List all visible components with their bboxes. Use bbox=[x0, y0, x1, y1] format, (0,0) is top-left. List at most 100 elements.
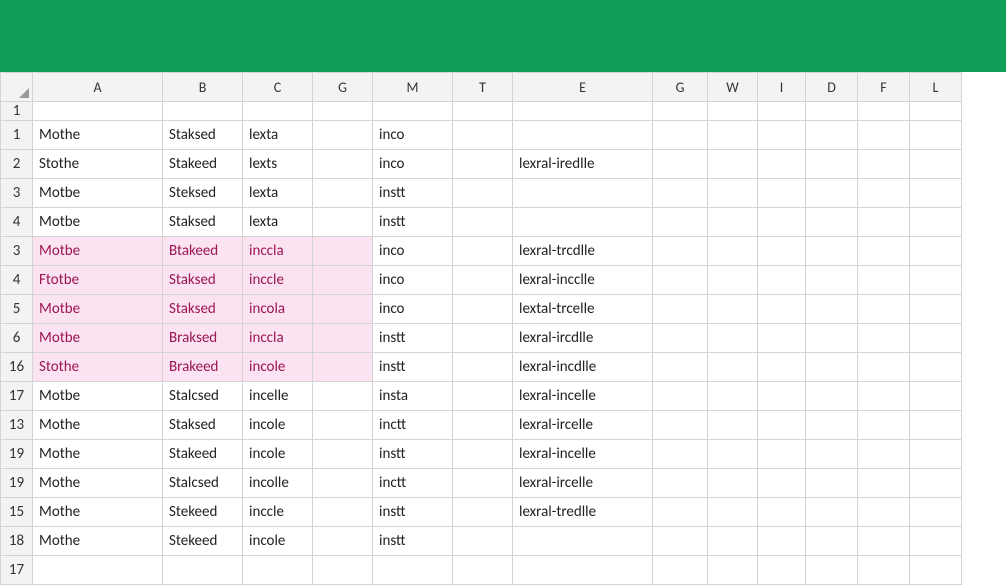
cell[interactable]: Staksed bbox=[163, 121, 243, 150]
cell[interactable] bbox=[858, 179, 910, 208]
col-header[interactable]: M bbox=[373, 73, 453, 102]
cell[interactable]: Stekeed bbox=[163, 527, 243, 556]
table-row[interactable]: 4MotbeStaksedlextainstt bbox=[1, 208, 962, 237]
cell[interactable] bbox=[806, 324, 858, 353]
cell[interactable]: inccle bbox=[243, 498, 313, 527]
cell[interactable] bbox=[653, 353, 708, 382]
cell[interactable]: insta bbox=[373, 382, 453, 411]
cell[interactable] bbox=[513, 121, 653, 150]
row-header[interactable]: 13 bbox=[1, 411, 33, 440]
cell[interactable] bbox=[708, 556, 758, 585]
table-row[interactable]: 3MotbeBtakeedincclaincolexral-trcdlle bbox=[1, 237, 962, 266]
cell[interactable] bbox=[910, 411, 962, 440]
cell[interactable]: Stalcsed bbox=[163, 469, 243, 498]
cell[interactable] bbox=[910, 208, 962, 237]
cell[interactable] bbox=[513, 179, 653, 208]
cell[interactable]: Mothe bbox=[33, 469, 163, 498]
cell[interactable] bbox=[653, 208, 708, 237]
cell[interactable] bbox=[653, 266, 708, 295]
cell[interactable]: Motbe bbox=[33, 237, 163, 266]
cell[interactable] bbox=[910, 324, 962, 353]
cell[interactable] bbox=[653, 440, 708, 469]
cell[interactable] bbox=[708, 469, 758, 498]
cell[interactable] bbox=[313, 295, 373, 324]
table-row[interactable]: 17 bbox=[1, 556, 962, 585]
cell[interactable] bbox=[653, 150, 708, 179]
cell[interactable] bbox=[313, 324, 373, 353]
cell[interactable] bbox=[313, 527, 373, 556]
cell[interactable]: inccle bbox=[243, 266, 313, 295]
table-row[interactable]: 19MotheStalcsedincolleincttlexral-ircell… bbox=[1, 469, 962, 498]
cell[interactable] bbox=[653, 527, 708, 556]
cell[interactable] bbox=[243, 102, 313, 121]
row-header[interactable]: 2 bbox=[1, 150, 33, 179]
cell[interactable] bbox=[313, 266, 373, 295]
cell[interactable] bbox=[653, 237, 708, 266]
cell[interactable]: lexral-ircelle bbox=[513, 411, 653, 440]
table-row[interactable]: 4FtotbeStaksedinccleincolexral-incclle bbox=[1, 266, 962, 295]
cell[interactable]: instt bbox=[373, 527, 453, 556]
cell[interactable]: Stalcsed bbox=[163, 382, 243, 411]
cell[interactable] bbox=[910, 295, 962, 324]
col-header[interactable]: C bbox=[243, 73, 313, 102]
cell[interactable] bbox=[758, 208, 806, 237]
cell[interactable]: instt bbox=[373, 353, 453, 382]
table-row[interactable]: 18MotheStekeedincoleinstt bbox=[1, 527, 962, 556]
cell[interactable] bbox=[910, 121, 962, 150]
row-header[interactable]: 16 bbox=[1, 353, 33, 382]
cell[interactable] bbox=[806, 237, 858, 266]
cell[interactable] bbox=[708, 411, 758, 440]
cell[interactable] bbox=[453, 208, 513, 237]
cell[interactable]: instt bbox=[373, 498, 453, 527]
cell[interactable]: Motbe bbox=[33, 382, 163, 411]
cell[interactable] bbox=[513, 527, 653, 556]
cell[interactable]: incole bbox=[243, 440, 313, 469]
cell[interactable]: Stothe bbox=[33, 150, 163, 179]
table-row[interactable]: 15MotheStekeedinccleinsttlexral-tredlle bbox=[1, 498, 962, 527]
cell[interactable] bbox=[653, 556, 708, 585]
col-header[interactable]: T bbox=[453, 73, 513, 102]
grid[interactable]: A B C G M T E G W I D F L 11MotheStaksed… bbox=[0, 72, 962, 585]
cell[interactable] bbox=[858, 411, 910, 440]
cell[interactable]: Steksed bbox=[163, 179, 243, 208]
cell[interactable]: lexta bbox=[243, 179, 313, 208]
cell[interactable] bbox=[453, 556, 513, 585]
cell[interactable] bbox=[758, 179, 806, 208]
col-header[interactable]: E bbox=[513, 73, 653, 102]
col-header[interactable]: G bbox=[313, 73, 373, 102]
cell[interactable]: lexral-ircdlle bbox=[513, 324, 653, 353]
cell[interactable] bbox=[910, 469, 962, 498]
cell[interactable]: inccla bbox=[243, 324, 313, 353]
cell[interactable]: Stothe bbox=[33, 353, 163, 382]
cell[interactable]: Mothe bbox=[33, 121, 163, 150]
cell[interactable]: inco bbox=[373, 121, 453, 150]
cell[interactable]: lextal-trcelle bbox=[513, 295, 653, 324]
cell[interactable]: incole bbox=[243, 411, 313, 440]
cell[interactable] bbox=[858, 102, 910, 121]
cell[interactable] bbox=[313, 440, 373, 469]
row-header[interactable]: 1 bbox=[1, 121, 33, 150]
cell[interactable] bbox=[858, 150, 910, 179]
cell[interactable] bbox=[653, 179, 708, 208]
cell[interactable] bbox=[858, 324, 910, 353]
cell[interactable]: Stakeed bbox=[163, 440, 243, 469]
cell[interactable] bbox=[708, 237, 758, 266]
cell[interactable]: lexral-incelle bbox=[513, 440, 653, 469]
cell[interactable] bbox=[858, 208, 910, 237]
cell[interactable] bbox=[758, 527, 806, 556]
cell[interactable]: incelle bbox=[243, 382, 313, 411]
cell[interactable] bbox=[653, 295, 708, 324]
cell[interactable] bbox=[453, 324, 513, 353]
table-row[interactable]: 1MotheStaksedlextainco bbox=[1, 121, 962, 150]
cell[interactable] bbox=[910, 382, 962, 411]
table-row[interactable]: 3MotbeSteksedlextainstt bbox=[1, 179, 962, 208]
cell[interactable] bbox=[758, 498, 806, 527]
cell[interactable]: Staksed bbox=[163, 411, 243, 440]
cell[interactable]: Mothe bbox=[33, 411, 163, 440]
cell[interactable] bbox=[858, 440, 910, 469]
cell[interactable]: lexral-incclle bbox=[513, 266, 653, 295]
row-header[interactable]: 4 bbox=[1, 266, 33, 295]
row-header[interactable]: 17 bbox=[1, 556, 33, 585]
cell[interactable] bbox=[858, 237, 910, 266]
cell[interactable] bbox=[806, 353, 858, 382]
